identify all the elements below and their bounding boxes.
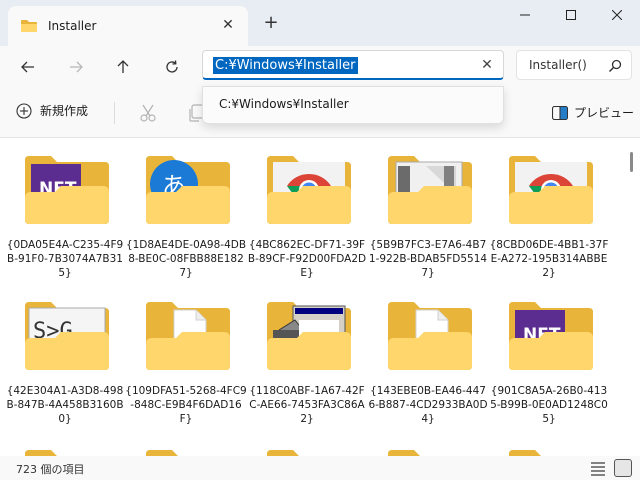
address-text[interactable]: C:¥Windows¥Installer — [213, 57, 358, 74]
divider — [114, 102, 115, 124]
refresh-button[interactable] — [159, 54, 185, 80]
folder-item[interactable]: {5B9B7FC3-E7A6-4B71-922B-BDAB5FD55147} — [367, 138, 487, 284]
installer-icon — [265, 300, 353, 372]
refresh-icon — [166, 60, 178, 73]
new-button[interactable]: 新規作成 — [16, 102, 88, 119]
folder-icon: NET — [509, 302, 593, 370]
search-input[interactable]: Installer() — [529, 58, 587, 72]
folder-name: {8CBD06DE-4BB1-37FE-A272-195B314ABBE2} — [489, 239, 609, 279]
folder-item[interactable]: {143EBE0B-EA46-4476-B887-4CD2933BA0D4} — [367, 284, 488, 430]
folder-item[interactable]: NET {0DA05E4A-C235-4F9B-91F0-7B3074A7B315… — [4, 138, 124, 284]
tiles-view-icon[interactable] — [614, 459, 632, 477]
folder-icon: あ — [146, 156, 230, 224]
chrome-icon — [507, 154, 595, 226]
maximize-icon — [566, 10, 576, 20]
folder-item[interactable]: {118C0ABF-1A67-42FC-AE66-7453FA3C86A2} — [246, 284, 366, 430]
folder-icon — [21, 20, 37, 32]
forward-button[interactable] — [63, 54, 89, 80]
folder-item[interactable] — [367, 430, 487, 456]
close-tab-icon[interactable]: ✕ — [220, 17, 236, 33]
folder-item[interactable] — [488, 430, 608, 456]
up-button[interactable] — [110, 54, 136, 80]
search-icon[interactable] — [607, 58, 623, 74]
tab-installer[interactable]: Installer ✕ — [8, 6, 248, 46]
folder-icon — [388, 302, 472, 370]
arrow-right-icon — [70, 61, 83, 73]
arrow-up-icon — [117, 60, 129, 73]
status-bar: 723 個の項目 — [0, 456, 640, 480]
preview-pane-icon — [552, 105, 568, 120]
folder-icon — [388, 156, 472, 224]
folder-icon — [509, 450, 589, 456]
new-button-label: 新規作成 — [40, 104, 89, 118]
folder-icon — [267, 156, 351, 224]
item-count: 723 個の項目 — [16, 463, 85, 476]
tab-title: Installer — [48, 19, 97, 33]
folder-name: {109DFA51-5268-4FC9-848C-E9B4F6DAD16F} — [125, 385, 247, 425]
folder-icon — [25, 450, 105, 456]
maximize-button[interactable] — [548, 0, 594, 30]
minimize-button[interactable] — [502, 0, 548, 30]
document-icon — [144, 300, 232, 372]
folder-item[interactable] — [4, 430, 124, 456]
close-window-button[interactable] — [594, 0, 640, 30]
japanese-input-icon: あ — [144, 154, 232, 226]
folder-icon: S>G — [25, 302, 109, 370]
details-view-icon[interactable] — [590, 460, 606, 476]
folder-icon — [388, 450, 468, 456]
dotnet-icon: NET — [23, 154, 111, 226]
close-icon — [612, 10, 622, 20]
folder-item[interactable]: S>G {42E304A1-A3D8-498B-847B-4A458B3160B0… — [4, 284, 124, 430]
document-icon — [386, 300, 474, 372]
folder-name: {5B9B7FC3-E7A6-4B71-922B-BDAB5FD55147} — [368, 239, 488, 279]
dotnet-icon: NET — [507, 300, 595, 372]
folder-icon — [509, 156, 593, 224]
navigation-bar: C:¥Windows¥Installer ✕ Installer() — [0, 46, 640, 88]
plus-circle-icon — [16, 102, 32, 119]
search-box[interactable]: Installer() — [516, 50, 632, 80]
folder-name: {901C8A5A-26B0-4135-B99B-0E0AD1248C05} — [490, 385, 608, 425]
folder-item[interactable]: {4BC862EC-DF71-39FB-89CF-F92D00FDA2DE} — [246, 138, 366, 284]
folder-name: {4BC862EC-DF71-39FB-89CF-F92D00FDA2DE} — [247, 239, 367, 279]
folder-icon — [267, 302, 351, 370]
sxs-icon: S>G — [23, 300, 111, 372]
folder-icon — [146, 450, 226, 456]
cut-icon[interactable] — [138, 103, 158, 123]
address-bar[interactable]: C:¥Windows¥Installer ✕ — [202, 50, 504, 80]
folder-item[interactable] — [125, 430, 245, 456]
folder-item[interactable]: {8CBD06DE-4BB1-37FE-A272-195B314ABBE2} — [488, 138, 608, 284]
file-list[interactable]: NET {0DA05E4A-C235-4F9B-91F0-7B3074A7B315… — [0, 138, 626, 456]
preview-label: プレビュー — [574, 106, 635, 120]
clear-icon[interactable]: ✕ — [479, 57, 495, 73]
arrow-left-icon — [21, 61, 34, 73]
chrome-icon — [265, 154, 353, 226]
minimize-icon — [520, 14, 530, 16]
folder-name: {1D8AE4DE-0A98-4DB8-BE0C-08FBB88E1827} — [125, 239, 247, 279]
address-suggestion-item[interactable]: C:¥Windows¥Installer — [219, 97, 349, 111]
folder-icon: NET — [25, 156, 109, 224]
folder-icon — [146, 302, 230, 370]
folder-name: {42E304A1-A3D8-498B-847B-4A458B3160B0} — [6, 385, 124, 425]
window-icon — [386, 154, 474, 226]
address-suggestion-dropdown: C:¥Windows¥Installer — [202, 86, 504, 124]
folder-item[interactable]: NET {901C8A5A-26B0-4135-B99B-0E0AD1248C05… — [488, 284, 608, 430]
folder-item[interactable] — [246, 430, 366, 456]
folder-name: {0DA05E4A-C235-4F9B-91F0-7B3074A7B315} — [6, 239, 124, 279]
folder-icon — [267, 450, 347, 456]
folder-item[interactable]: あ {1D8AE4DE-0A98-4DB8-BE0C-08FBB88E1827} — [125, 138, 247, 284]
folder-name: {143EBE0B-EA46-4476-B887-4CD2933BA0D4} — [368, 385, 488, 425]
folder-item[interactable]: {109DFA51-5268-4FC9-848C-E9B4F6DAD16F} — [125, 284, 247, 430]
back-button[interactable] — [15, 54, 41, 80]
vertical-scrollbar[interactable] — [626, 138, 640, 456]
folder-name: {118C0ABF-1A67-42FC-AE66-7453FA3C86A2} — [249, 385, 365, 425]
scrollbar-thumb[interactable] — [630, 152, 633, 172]
title-bar: Installer ✕ + — [0, 0, 640, 46]
new-tab-button[interactable]: + — [262, 14, 280, 32]
preview-button[interactable]: プレビュー — [552, 104, 634, 121]
